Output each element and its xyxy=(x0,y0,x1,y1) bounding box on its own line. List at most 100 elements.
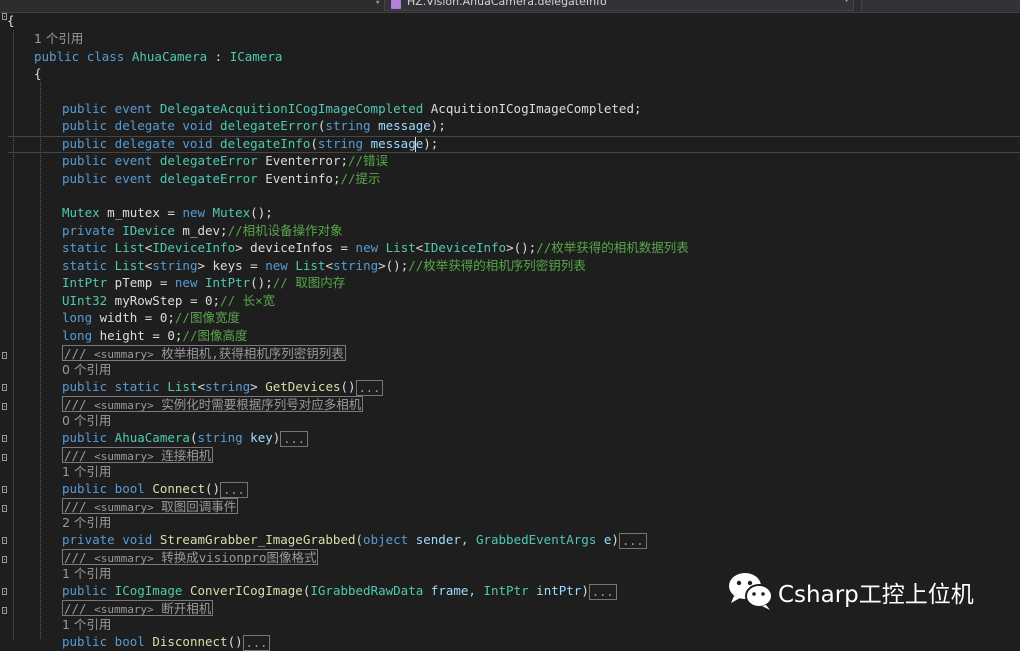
code-line[interactable]: public event DelegateAcquitionICogImageC… xyxy=(62,100,642,117)
codelens-references[interactable]: 2 个引用 xyxy=(62,514,111,531)
code-line[interactable]: public delegate void delegateError(strin… xyxy=(62,117,446,134)
collapse-icon[interactable] xyxy=(2,537,7,544)
keyword: private xyxy=(62,223,115,238)
wechat-watermark: Csharp工控上位机 xyxy=(724,569,994,613)
code-line[interactable]: public event delegateError Eventinfo;//提… xyxy=(62,170,381,187)
codelens-references[interactable]: 0 个引用 xyxy=(62,361,111,378)
code-line[interactable]: public bool Disconnect()... xyxy=(62,633,271,651)
collapse-icon[interactable] xyxy=(2,505,7,512)
codelens-references[interactable]: 1 个引用 xyxy=(62,463,111,480)
type: DelegateAcquitionICogImageCompleted xyxy=(159,101,424,116)
collapse-icon[interactable] xyxy=(2,435,7,442)
constructor-name: AhuaCamera xyxy=(107,430,190,445)
code-line[interactable]: { xyxy=(7,12,15,29)
summary-box[interactable]: /// <summary> 枚举相机,获得相机序列密钥列表 xyxy=(62,345,346,361)
code-line[interactable]: long width = 0;//图像宽度 xyxy=(62,309,240,326)
keyword: string xyxy=(197,430,243,445)
watermark-text: Csharp工控上位机 xyxy=(778,582,974,608)
keyword: string xyxy=(152,258,198,273)
reference-count[interactable]: 2 个引用 xyxy=(62,515,111,530)
type: IntPtr xyxy=(483,583,529,598)
code-line[interactable]: long height = 0;//图像高度 xyxy=(62,327,247,344)
collapse-icon[interactable] xyxy=(2,556,7,563)
collapsed-summary[interactable]: /// <summary> 转换成visionpro图像格式 xyxy=(62,549,319,566)
type: IntPtr xyxy=(62,275,108,290)
comment: //枚举获得的相机数据列表 xyxy=(536,240,689,255)
reference-count[interactable]: 0 个引用 xyxy=(62,413,111,428)
keyword: object xyxy=(363,532,409,547)
collapse-icon[interactable] xyxy=(2,454,7,461)
member-dropdown[interactable]: HZ.Vision.AhuaCamera.delegateInfo ▾ xyxy=(384,0,854,11)
code-line[interactable]: public bool Connect()... xyxy=(62,480,248,498)
reference-count[interactable]: 1 个引用 xyxy=(62,617,111,632)
collapsed-summary[interactable]: /// <summary> 实例化时需要根据序列号对应多相机 xyxy=(62,396,364,413)
summary-box[interactable]: /// <summary> 断开相机 xyxy=(62,600,214,616)
keyword: static xyxy=(62,240,108,255)
code-line[interactable]: static List<string> keys = new List<stri… xyxy=(62,257,586,274)
parameter: frame, xyxy=(423,583,484,598)
code-line[interactable]: Mutex m_mutex = new Mutex(); xyxy=(62,204,273,221)
reference-count[interactable]: 1 个引用 xyxy=(34,31,83,46)
code-line-current[interactable]: public delegate void delegateInfo(string… xyxy=(62,135,438,152)
collapse-icon[interactable] xyxy=(2,607,7,614)
code-line[interactable]: UInt32 myRowStep = 0;// 长×宽 xyxy=(62,292,275,309)
keyword: public delegate void xyxy=(62,118,213,133)
collapsed-summary[interactable]: /// <summary> 枚举相机,获得相机序列密钥列表 xyxy=(62,345,346,362)
code-line[interactable]: public ICogImage ConverICogImage(IGrabbe… xyxy=(62,582,617,600)
chevron-down-icon[interactable]: ▾ xyxy=(375,0,383,10)
collapse-icon[interactable] xyxy=(2,486,7,493)
codelens-references[interactable]: 0 个引用 xyxy=(62,412,111,429)
keyword: public event xyxy=(62,153,153,168)
collapsed-summary[interactable]: /// <summary> 取图回调事件 xyxy=(62,498,239,515)
doc-prefix: /// xyxy=(64,601,95,616)
keyword: public event xyxy=(62,101,153,116)
summary-box[interactable]: /// <summary> 实例化时需要根据序列号对应多相机 xyxy=(62,396,364,412)
collapsed-summary[interactable]: /// <summary> 断开相机 xyxy=(62,600,214,617)
code-line[interactable]: { xyxy=(34,65,42,82)
collapsed-region-button[interactable]: ... xyxy=(280,430,308,447)
reference-count[interactable]: 1 个引用 xyxy=(62,464,111,479)
comment: //枚举获得的相机序列密钥列表 xyxy=(408,258,586,273)
summary-box[interactable]: /// <summary> 连接相机 xyxy=(62,447,214,463)
type: List xyxy=(107,240,145,255)
code-line[interactable]: private IDevice m_dev;//相机设备操作对象 xyxy=(62,222,343,239)
doc-tag: <summary> xyxy=(94,603,154,616)
code-line[interactable]: public class AhuaCamera : ICamera xyxy=(34,48,282,65)
collapse-icon[interactable] xyxy=(2,403,7,410)
code-line[interactable]: IntPtr pTemp = new IntPtr();// 取图内存 xyxy=(62,274,345,291)
code-line[interactable]: public static List<string> GetDevices().… xyxy=(62,378,384,396)
collapse-icon[interactable] xyxy=(2,384,7,391)
code-line[interactable]: public event delegateError Eventerror;//… xyxy=(62,152,388,169)
codelens-references[interactable]: 1 个引用 xyxy=(62,565,111,582)
navigation-bar: ▾ HZ.Vision.AhuaCamera.delegateInfo ▾ xyxy=(0,0,1020,13)
keyword: new xyxy=(174,275,198,290)
collapsed-region-button[interactable]: ... xyxy=(242,634,271,651)
summary-box[interactable]: /// <summary> 转换成visionpro图像格式 xyxy=(62,549,319,565)
secondary-dropdown[interactable] xyxy=(861,0,1020,11)
identifier: Eventinfo; xyxy=(257,171,341,186)
keyword: public static xyxy=(62,379,160,394)
collapse-icon[interactable] xyxy=(2,588,7,595)
collapse-icon[interactable] xyxy=(2,352,7,359)
collapsed-region-button[interactable]: ... xyxy=(220,481,248,498)
collapsed-summary[interactable]: /// <summary> 连接相机 xyxy=(62,447,214,464)
collapsed-region-button[interactable]: ... xyxy=(588,583,617,600)
doc-tag: <summary> xyxy=(94,399,154,412)
doc-prefix: /// xyxy=(64,448,95,463)
doc-text: 实例化时需要根据序列号对应多相机 xyxy=(153,397,362,412)
comment: // 长×宽 xyxy=(220,293,276,308)
summary-box[interactable]: /// <summary> 取图回调事件 xyxy=(62,498,239,514)
reference-count[interactable]: 1 个引用 xyxy=(62,566,111,581)
reference-count[interactable]: 0 个引用 xyxy=(62,362,111,377)
code-line[interactable]: static List<IDeviceInfo> deviceInfos = n… xyxy=(62,239,689,256)
keyword: public xyxy=(34,49,80,64)
punctuation: ); xyxy=(423,136,439,151)
collapsed-region-button[interactable]: ... xyxy=(618,532,647,549)
codelens-references[interactable]: 1 个引用 xyxy=(62,616,111,633)
collapsed-region-button[interactable]: ... xyxy=(355,379,384,396)
text-caret xyxy=(415,137,416,152)
code-line[interactable]: public AhuaCamera(string key)... xyxy=(62,429,308,447)
identifier: m_dev; xyxy=(174,223,228,238)
codelens-references[interactable]: 1 个引用 xyxy=(34,30,83,47)
code-line[interactable]: private void StreamGrabber_ImageGrabbed(… xyxy=(62,531,647,549)
